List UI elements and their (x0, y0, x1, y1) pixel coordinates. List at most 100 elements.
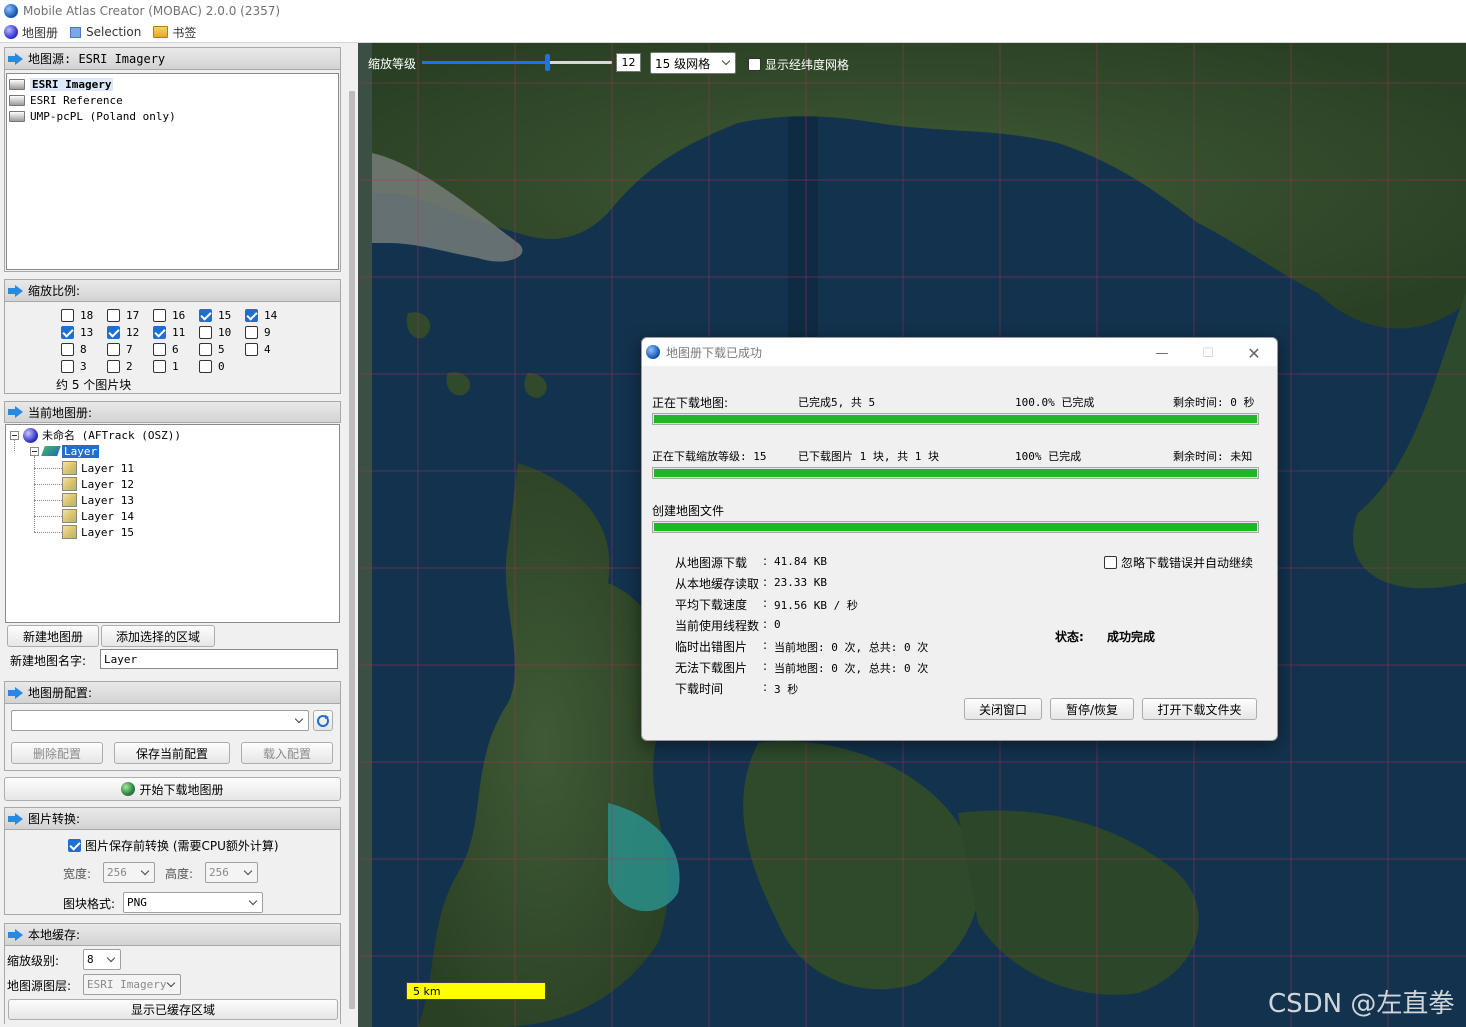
delete-profile-button[interactable]: 删除配置 (11, 742, 103, 764)
zoom-slider[interactable] (422, 54, 612, 71)
zoom-level-checkbox[interactable] (107, 325, 120, 339)
minimize-icon[interactable]: — (1142, 343, 1182, 363)
tile-count: 约 5 个图片块 (56, 378, 132, 392)
zoom-level-checkbox[interactable] (107, 342, 120, 356)
map-node[interactable]: Layer 14 (62, 508, 134, 524)
zoom-level-option[interactable]: 10 (199, 325, 245, 339)
zoom-level-checkbox[interactable] (199, 359, 212, 373)
collapse-icon[interactable] (30, 446, 39, 456)
store-zoom-select[interactable]: 8 (83, 949, 121, 970)
map-node[interactable]: Layer 11 (62, 460, 134, 476)
zoom-level-checkbox[interactable] (107, 359, 120, 373)
zoom-level-checkbox[interactable] (199, 325, 212, 339)
zoom-level-option[interactable]: 3 (61, 359, 107, 373)
start-download-button[interactable]: 开始下载地图册 (4, 777, 341, 801)
map-node[interactable]: Layer 12 (62, 476, 134, 492)
atlas-root-label: 未命名 (AFTrack (OSZ)) (42, 429, 181, 442)
zoom-level-option[interactable]: 8 (61, 342, 107, 356)
show-latlon-grid-checkbox[interactable] (748, 58, 761, 71)
zoom-level-number: 15 (218, 308, 232, 322)
height-select[interactable]: 256 (205, 862, 258, 883)
zoom-slider-thumb[interactable] (545, 54, 551, 71)
width-select[interactable]: 256 (103, 862, 155, 883)
zoom-level-option[interactable]: 17 (107, 308, 153, 322)
convert-checkbox[interactable] (68, 839, 81, 852)
map-source-item[interactable]: ESRI Reference (7, 92, 338, 108)
atlas-profile-section: 地图册配置: 删除配置 保存当前配置 载入配置 (4, 681, 341, 771)
new-atlas-button[interactable]: 新建地图册 (7, 625, 99, 647)
pause-resume-button[interactable]: 暂停/恢复 (1050, 698, 1134, 720)
atlas-tree[interactable]: 未命名 (AFTrack (OSZ)) Layer Layer 11 Layer… (5, 424, 340, 623)
map-source-item[interactable]: ESRI Imagery (7, 76, 338, 92)
zoom-level-option[interactable]: 1 (153, 359, 199, 373)
zoom-level-number: 13 (80, 325, 94, 339)
show-cached-area-button[interactable]: 显示已缓存区域 (8, 999, 338, 1020)
menu-bookmarks[interactable]: 书签 (153, 24, 196, 41)
zoom-level-option[interactable]: 11 (153, 325, 199, 339)
zoom-level-option[interactable]: 9 (245, 325, 291, 339)
new-map-name-input[interactable]: Layer (100, 649, 338, 669)
grid-zoom-select[interactable]: 15 级网格 (650, 52, 736, 74)
zoom-level-checkbox[interactable] (245, 308, 258, 322)
map-source-header[interactable]: 地图源: ESRI Imagery (5, 48, 340, 70)
format-value: PNG (127, 896, 147, 909)
zoom-level-option[interactable]: 13 (61, 325, 107, 339)
refresh-profiles-button[interactable] (313, 710, 333, 731)
zoom-level-option[interactable]: 5 (199, 342, 245, 356)
open-download-folder-button[interactable]: 打开下载文件夹 (1142, 698, 1257, 720)
zoom-level-option[interactable]: 12 (107, 325, 153, 339)
zoom-level-checkbox[interactable] (153, 325, 166, 339)
map-source-list[interactable]: ESRI Imagery ESRI Reference UMP-pcPL (Po… (6, 73, 339, 270)
zoom-level-checkbox[interactable] (107, 308, 120, 322)
zoom-level-option[interactable]: 6 (153, 342, 199, 356)
zoom-level-checkbox[interactable] (245, 325, 258, 339)
zoom-level-checkbox[interactable] (153, 342, 166, 356)
map-node[interactable]: Layer 13 (62, 492, 134, 508)
menu-selection[interactable]: Selection (70, 25, 141, 39)
menu-atlas[interactable]: 地图册 (4, 24, 58, 41)
zoom-level-option[interactable]: 0 (199, 359, 245, 373)
tile-store-header[interactable]: 本地缓存: (5, 924, 340, 946)
map-node[interactable]: Layer 15 (62, 524, 134, 540)
convert-option[interactable]: 图片保存前转换 (需要CPU额外计算) (68, 837, 279, 854)
map-source-item[interactable]: UMP-pcPL (Poland only) (7, 108, 338, 124)
zoom-level-checkbox[interactable] (153, 359, 166, 373)
ignore-errors-option[interactable]: 忽略下载错误并自动继续 (1104, 554, 1253, 571)
left-panel-scrollbar[interactable] (349, 91, 355, 1009)
tile-conversion-header[interactable]: 图片转换: (5, 808, 340, 830)
current-atlas-header[interactable]: 当前地图册: (4, 401, 341, 423)
zoom-level-option[interactable]: 16 (153, 308, 199, 322)
zoom-level-checkbox[interactable] (61, 308, 74, 322)
zoom-level-checkbox[interactable] (199, 308, 212, 322)
atlas-root-node[interactable]: 未命名 (AFTrack (OSZ)) (10, 427, 181, 443)
zoom-level-option[interactable]: 14 (245, 308, 291, 322)
profile-select[interactable] (11, 710, 309, 731)
store-source-select[interactable]: ESRI Imagery (83, 974, 181, 995)
close-icon[interactable]: ✕ (1234, 343, 1274, 363)
zoom-level-checkbox[interactable] (199, 342, 212, 356)
map-icon (62, 477, 77, 491)
layer-node[interactable]: Layer (30, 443, 100, 459)
zoom-level-checkbox[interactable] (61, 325, 74, 339)
ignore-errors-checkbox[interactable] (1104, 556, 1117, 569)
add-selection-button[interactable]: 添加选择的区域 (101, 625, 215, 647)
zoom-level-option[interactable]: 2 (107, 359, 153, 373)
load-profile-button[interactable]: 载入配置 (241, 742, 333, 764)
close-window-button[interactable]: 关闭窗口 (964, 698, 1042, 720)
map-source-item-label: ESRI Reference (30, 93, 123, 107)
zoom-level-checkbox[interactable] (61, 342, 74, 356)
zoom-progress-percent: 100% 已完成 (1015, 450, 1082, 463)
zoom-level-option[interactable]: 15 (199, 308, 245, 322)
format-select[interactable]: PNG (123, 892, 263, 913)
zoom-level-option[interactable]: 4 (245, 342, 291, 356)
show-latlon-grid-option[interactable]: 显示经纬度网格 (748, 56, 849, 73)
zoom-levels-header[interactable]: 缩放比例: (5, 280, 340, 302)
zoom-level-option[interactable]: 18 (61, 308, 107, 322)
collapse-icon[interactable] (10, 430, 19, 440)
atlas-profile-header[interactable]: 地图册配置: (5, 682, 340, 704)
zoom-level-checkbox[interactable] (153, 308, 166, 322)
save-profile-button[interactable]: 保存当前配置 (114, 742, 230, 764)
zoom-level-checkbox[interactable] (245, 342, 258, 356)
zoom-level-option[interactable]: 7 (107, 342, 153, 356)
zoom-level-checkbox[interactable] (61, 359, 74, 373)
